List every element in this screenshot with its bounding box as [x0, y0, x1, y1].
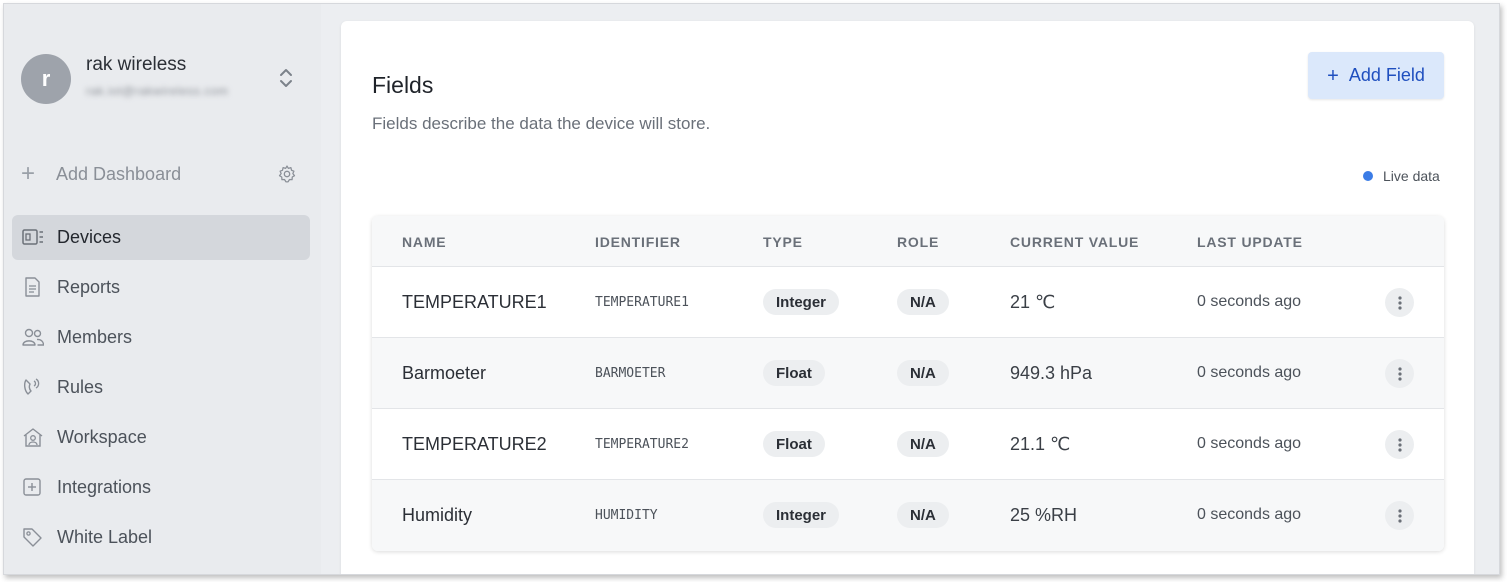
column-header-last-update: LAST UPDATE: [1197, 234, 1303, 250]
sidebar-item-label: Members: [57, 327, 133, 347]
workspace-icon: [23, 428, 43, 447]
sidebar-item-label: Workspace: [57, 427, 147, 447]
sidebar-item-label: Devices: [57, 227, 122, 247]
sidebar-item-reports[interactable]: Reports: [12, 265, 310, 310]
field-identifier: TEMPERATURE1: [595, 295, 689, 310]
page-title: Fields: [372, 72, 434, 98]
fields-panel: Fields Fields describe the data the devi…: [341, 21, 1474, 574]
rules-icon: [23, 378, 40, 395]
last-update: 0 seconds ago: [1197, 435, 1302, 452]
column-header-current-value: CURRENT VALUE: [1010, 234, 1140, 250]
table-row[interactable]: TEMPERATURE1 TEMPERATURE1 Integer N/A 21…: [372, 267, 1444, 338]
account-email: rak.iot@rakwireless.com: [86, 84, 229, 98]
devices-icon: [22, 229, 43, 245]
live-data-indicator: Live data: [1363, 167, 1440, 185]
field-identifier: TEMPERATURE2: [595, 437, 689, 452]
page-subtitle: Fields describe the data the device will…: [372, 114, 711, 133]
live-data-label: Live data: [1383, 168, 1440, 184]
plus-icon[interactable]: +: [21, 160, 35, 188]
sidebar-item-integrations[interactable]: Integrations: [12, 465, 310, 510]
type-badge: Float: [763, 360, 825, 386]
sidebar-item-white-label[interactable]: White Label: [12, 515, 310, 560]
sidebar-item-label: Integrations: [57, 477, 152, 497]
kebab-menu-icon: [1397, 366, 1402, 381]
role-badge: N/A: [897, 289, 949, 315]
type-badge: Integer: [763, 502, 840, 528]
column-header-identifier: IDENTIFIER: [595, 234, 681, 250]
sidebar: r rak wireless rak.iot@rakwireless.com +…: [4, 4, 321, 574]
kebab-menu-icon: [1397, 508, 1402, 523]
plus-icon: +: [1327, 64, 1339, 87]
report-icon: [25, 277, 40, 297]
avatar: r: [21, 54, 71, 104]
add-dashboard-row: + Add Dashboard: [21, 160, 301, 188]
column-header-role: ROLE: [897, 234, 940, 250]
table-row[interactable]: Humidity HUMIDITY Integer N/A 25 %RH 0 s…: [372, 480, 1444, 551]
gear-icon[interactable]: [277, 164, 297, 184]
field-name: TEMPERATURE1: [402, 292, 547, 312]
add-field-button[interactable]: + Add Field: [1308, 52, 1444, 99]
app-window: r rak wireless rak.iot@rakwireless.com +…: [3, 3, 1500, 575]
sidebar-item-devices[interactable]: Devices: [12, 215, 310, 260]
add-field-label: Add Field: [1348, 65, 1425, 85]
add-dashboard-button[interactable]: Add Dashboard: [56, 164, 181, 185]
fields-table: NAME IDENTIFIER TYPE ROLE CURRENT VALUE …: [372, 216, 1444, 551]
current-value: 21.1 ℃: [1010, 434, 1071, 454]
tag-icon: [23, 528, 42, 547]
role-badge: N/A: [897, 431, 949, 457]
more-options-button[interactable]: [1385, 359, 1414, 388]
field-name: TEMPERATURE2: [402, 434, 547, 454]
current-value: 25 %RH: [1010, 505, 1078, 525]
last-update: 0 seconds ago: [1197, 293, 1302, 310]
kebab-menu-icon: [1397, 295, 1402, 310]
current-value: 21 ℃: [1010, 292, 1056, 312]
type-badge: Float: [763, 431, 825, 457]
members-icon: [22, 328, 44, 346]
current-value: 949.3 hPa: [1010, 363, 1093, 383]
field-name: Humidity: [402, 505, 473, 525]
last-update: 0 seconds ago: [1197, 506, 1302, 523]
type-badge: Integer: [763, 289, 840, 315]
kebab-menu-icon: [1397, 437, 1402, 452]
chevron-up-down-icon[interactable]: [279, 66, 293, 90]
integrations-icon: [23, 478, 41, 496]
sidebar-item-rules[interactable]: Rules: [12, 365, 310, 410]
sidebar-item-label: White Label: [57, 527, 153, 547]
sidebar-item-label: Reports: [57, 277, 121, 297]
field-identifier: HUMIDITY: [595, 508, 658, 523]
table-header: NAME IDENTIFIER TYPE ROLE CURRENT VALUE …: [372, 216, 1444, 267]
field-name: Barmoeter: [402, 363, 487, 383]
column-header-name: NAME: [402, 234, 447, 250]
sidebar-item-workspace[interactable]: Workspace: [12, 415, 310, 460]
role-badge: N/A: [897, 502, 949, 528]
field-identifier: BARMOETER: [595, 366, 666, 381]
live-dot-icon: [1363, 171, 1373, 181]
account-switcher[interactable]: r rak wireless rak.iot@rakwireless.com: [21, 52, 301, 108]
account-name: rak wireless: [86, 54, 187, 75]
more-options-button[interactable]: [1385, 430, 1414, 459]
sidebar-item-label: Rules: [57, 377, 104, 397]
role-badge: N/A: [897, 360, 949, 386]
more-options-button[interactable]: [1385, 288, 1414, 317]
sidebar-item-members[interactable]: Members: [12, 315, 310, 360]
more-options-button[interactable]: [1385, 501, 1414, 530]
column-header-type: TYPE: [763, 234, 803, 250]
table-row[interactable]: TEMPERATURE2 TEMPERATURE2 Float N/A 21.1…: [372, 409, 1444, 480]
last-update: 0 seconds ago: [1197, 364, 1302, 381]
table-row[interactable]: Barmoeter BARMOETER Float N/A 949.3 hPa …: [372, 338, 1444, 409]
